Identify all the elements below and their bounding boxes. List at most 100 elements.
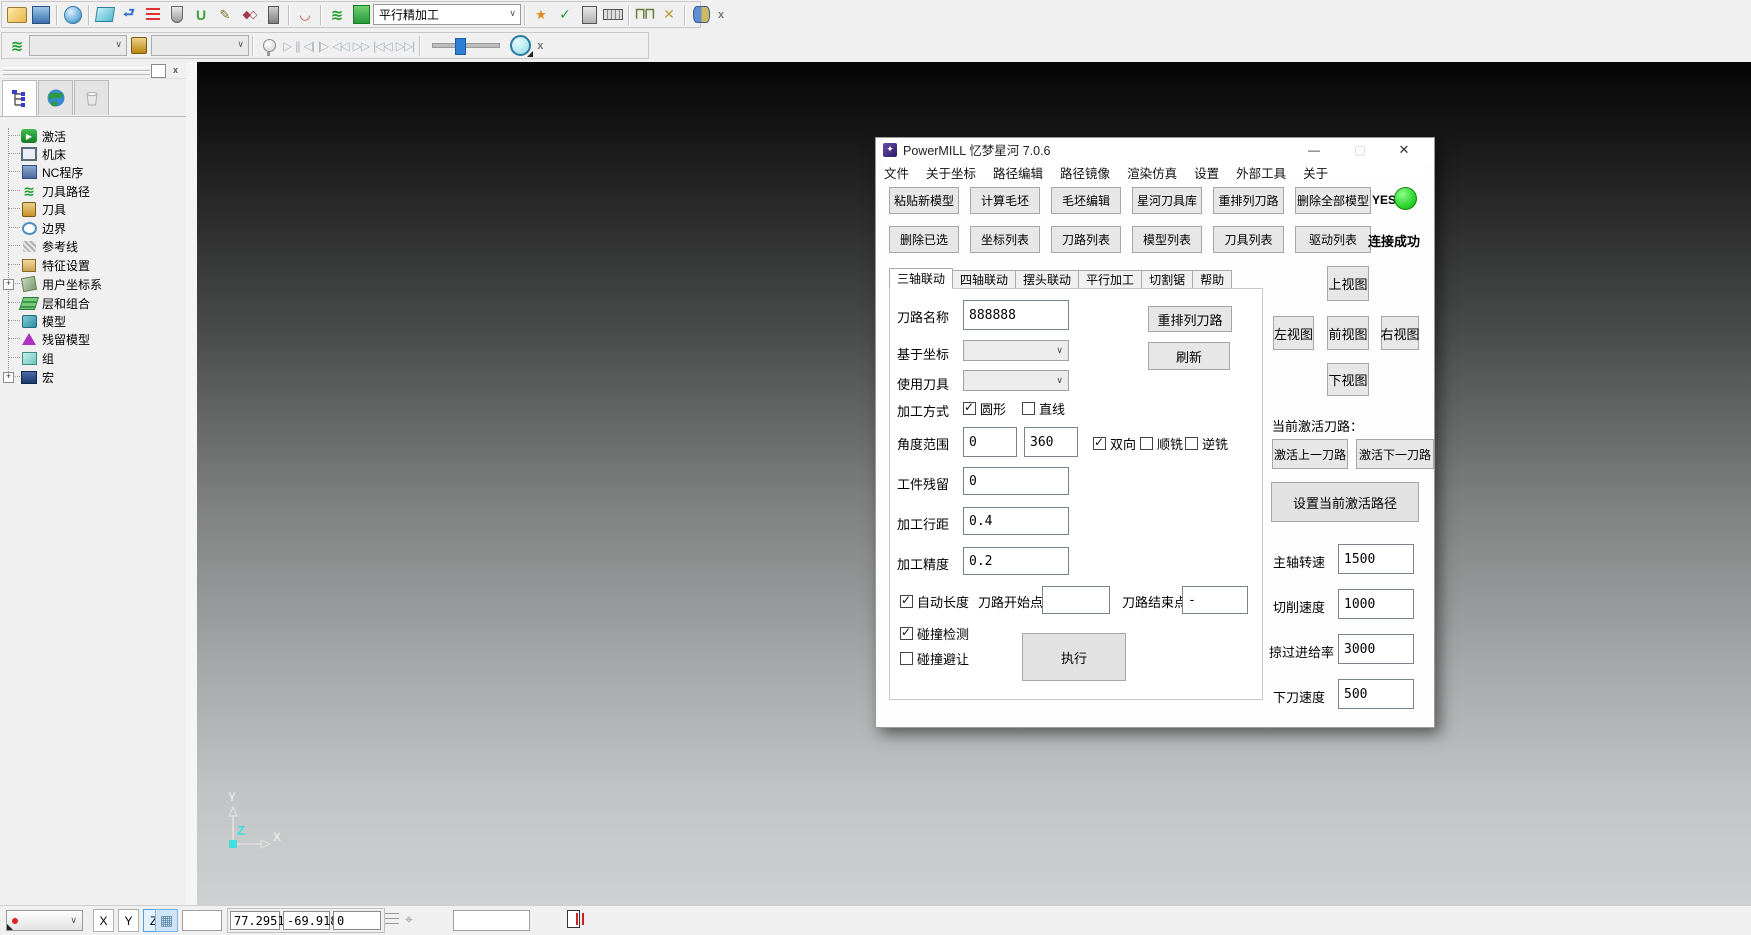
pause-icon[interactable]: || (295, 39, 299, 53)
tab-explorer-trash[interactable] (74, 80, 109, 115)
tab-4axis[interactable]: 四轴联动 (953, 270, 1016, 289)
tree-item-feature-sets[interactable]: 特征设置 (8, 256, 90, 274)
tree-item-workplanes[interactable]: +用户坐标系 (8, 275, 102, 293)
cross-tools-icon[interactable]: ✕ (658, 4, 680, 26)
probe-icon[interactable]: ⌖ (405, 911, 413, 928)
toolpath-name-input[interactable] (963, 300, 1069, 330)
tree-item-macros[interactable]: +宏 (8, 368, 54, 386)
slider-handle[interactable] (455, 38, 466, 55)
auto-length-checkbox[interactable] (900, 595, 913, 608)
rearrange-button[interactable]: 重排列刀路 (1148, 306, 1232, 332)
tools-icon[interactable] (128, 35, 150, 57)
menu-path-mirror[interactable]: 路径镜像 (1060, 163, 1110, 182)
coord-list-button[interactable]: 坐标列表 (970, 226, 1040, 253)
circle-checkbox[interactable] (963, 402, 976, 415)
line-checkbox[interactable] (1022, 402, 1035, 415)
tool-list-button[interactable]: 刀具列表 (1213, 226, 1284, 253)
angle-start-input[interactable] (963, 427, 1017, 457)
tab-explorer-tree[interactable] (2, 80, 37, 117)
speed-slider[interactable] (432, 43, 500, 48)
climb-checkbox[interactable] (1140, 437, 1153, 450)
spindle-speed-input[interactable] (1338, 544, 1414, 574)
stock-edit-button[interactable]: 毛坯编辑 (1051, 187, 1121, 214)
grid-icon[interactable]: ▦ (155, 909, 178, 932)
conventional-checkbox[interactable] (1185, 437, 1198, 450)
tool-library-button[interactable]: 星河刀具库 (1132, 187, 1202, 214)
sim-toolpath-combobox[interactable]: ∨ (29, 35, 127, 56)
tab-saw[interactable]: 切割锯 (1142, 270, 1193, 289)
clock-icon[interactable] (509, 35, 531, 57)
go-start-icon[interactable]: |◁◁ (373, 39, 392, 53)
polyline-icon[interactable]: ⮐ (118, 4, 140, 26)
tolerance-input[interactable] (963, 547, 1069, 575)
toolbar-close-icon[interactable]: x (532, 40, 548, 52)
base-coord-combobox[interactable]: ∨ (963, 340, 1069, 361)
close-icon[interactable]: ✕ (1388, 138, 1420, 161)
sim-tool-combobox[interactable]: ∨ (151, 35, 249, 56)
cutting-speed-input[interactable] (1338, 589, 1414, 619)
arc-tool-icon[interactable]: ◡ (294, 4, 316, 26)
model-list-button[interactable]: 模型列表 (1132, 226, 1202, 253)
view-left-button[interactable]: 左视图 (1273, 316, 1314, 350)
activate-next-button[interactable]: 激活下一刀路 (1356, 439, 1434, 469)
ruler-icon[interactable] (602, 4, 624, 26)
collision-avoid-checkbox[interactable] (900, 652, 913, 665)
rewind-icon[interactable]: ◁◁ (332, 39, 348, 53)
menu-file[interactable]: 文件 (884, 163, 909, 182)
fast-forward-icon[interactable]: ▷▷ (353, 39, 369, 53)
thickness-input[interactable] (963, 467, 1069, 495)
delete-selected-button[interactable]: 删除已选 (889, 226, 959, 253)
toolpath-spring-icon[interactable]: ≋ (326, 4, 348, 26)
start-point-input[interactable] (1042, 586, 1110, 614)
sphere-icon[interactable] (62, 4, 84, 26)
tab-help[interactable]: 帮助 (1193, 270, 1232, 289)
block-icon[interactable] (94, 4, 116, 26)
collision-check-checkbox[interactable] (900, 627, 913, 640)
calc-stock-button[interactable]: 计算毛坯 (970, 187, 1040, 214)
strategy-combobox[interactable]: 平行精加工 ∨ (373, 4, 521, 25)
menu-about[interactable]: 关于 (1303, 163, 1328, 182)
tree-item-tools[interactable]: 刀具 (8, 200, 66, 218)
tab-explorer-globe[interactable] (38, 80, 73, 115)
status-field-2[interactable] (453, 910, 530, 931)
star-tool-icon[interactable]: ★ (530, 4, 552, 26)
view-top-button[interactable]: 上视图 (1327, 266, 1369, 301)
menu-path-edit[interactable]: 路径编辑 (993, 163, 1043, 182)
tree-item-stock-models[interactable]: 残留模型 (8, 330, 90, 348)
panel-close-icon[interactable]: x (169, 64, 182, 76)
tree-item-patterns[interactable]: 参考线 (8, 237, 78, 255)
menu-render-sim[interactable]: 渲染仿真 (1127, 163, 1177, 182)
step-forward-icon[interactable]: |▷ (318, 39, 328, 53)
minimize-icon[interactable]: — (1298, 138, 1330, 161)
graphics-viewport[interactable]: Y Z X ✦ PowerMILL 忆梦星河 7.0.6 — ▢ ✕ 文件 关于… (197, 62, 1751, 905)
pencil-curve-icon[interactable]: ✎ (214, 4, 236, 26)
expand-icon[interactable]: + (3, 279, 14, 290)
go-end-icon[interactable]: ▷▷| (396, 39, 415, 53)
drive-list-button[interactable]: 驱动列表 (1295, 226, 1371, 253)
toolpath-spring-icon[interactable]: ≋ (6, 35, 28, 57)
status-field-1[interactable] (182, 910, 222, 931)
tab-parallel[interactable]: 平行加工 (1079, 270, 1142, 289)
tree-item-models[interactable]: 模型 (8, 312, 66, 330)
pages-icon[interactable] (567, 910, 580, 928)
axis-y-button[interactable]: Y (118, 909, 139, 932)
tree-item-activate[interactable]: ▶激活 (8, 127, 66, 145)
toolpath-list-button[interactable]: 刀路列表 (1051, 226, 1121, 253)
axis-x-button[interactable]: X (93, 909, 114, 932)
explorer-panel-header[interactable]: x (0, 62, 186, 79)
menu-external-tools[interactable]: 外部工具 (1236, 163, 1286, 182)
bidirectional-checkbox[interactable] (1093, 437, 1106, 450)
activate-prev-button[interactable]: 激活上一刀路 (1272, 439, 1348, 469)
drill-tool-icon[interactable] (262, 4, 284, 26)
diamond-points-icon[interactable]: ◆◇ (238, 4, 260, 26)
xyz-list-icon[interactable] (385, 913, 399, 928)
set-active-path-button[interactable]: 设置当前激活路径 (1271, 482, 1419, 522)
green-list-icon[interactable] (350, 4, 372, 26)
panel-float-icon[interactable] (151, 64, 166, 78)
maximize-icon[interactable]: ▢ (1344, 138, 1376, 161)
tab-head-tilt[interactable]: 摆头联动 (1016, 270, 1079, 289)
end-point-input[interactable] (1182, 586, 1248, 614)
tree-item-toolpaths[interactable]: ≋刀具路径 (8, 182, 90, 200)
tab-3axis[interactable]: 三轴联动 (889, 268, 953, 289)
view-bottom-button[interactable]: 下视图 (1327, 363, 1369, 396)
